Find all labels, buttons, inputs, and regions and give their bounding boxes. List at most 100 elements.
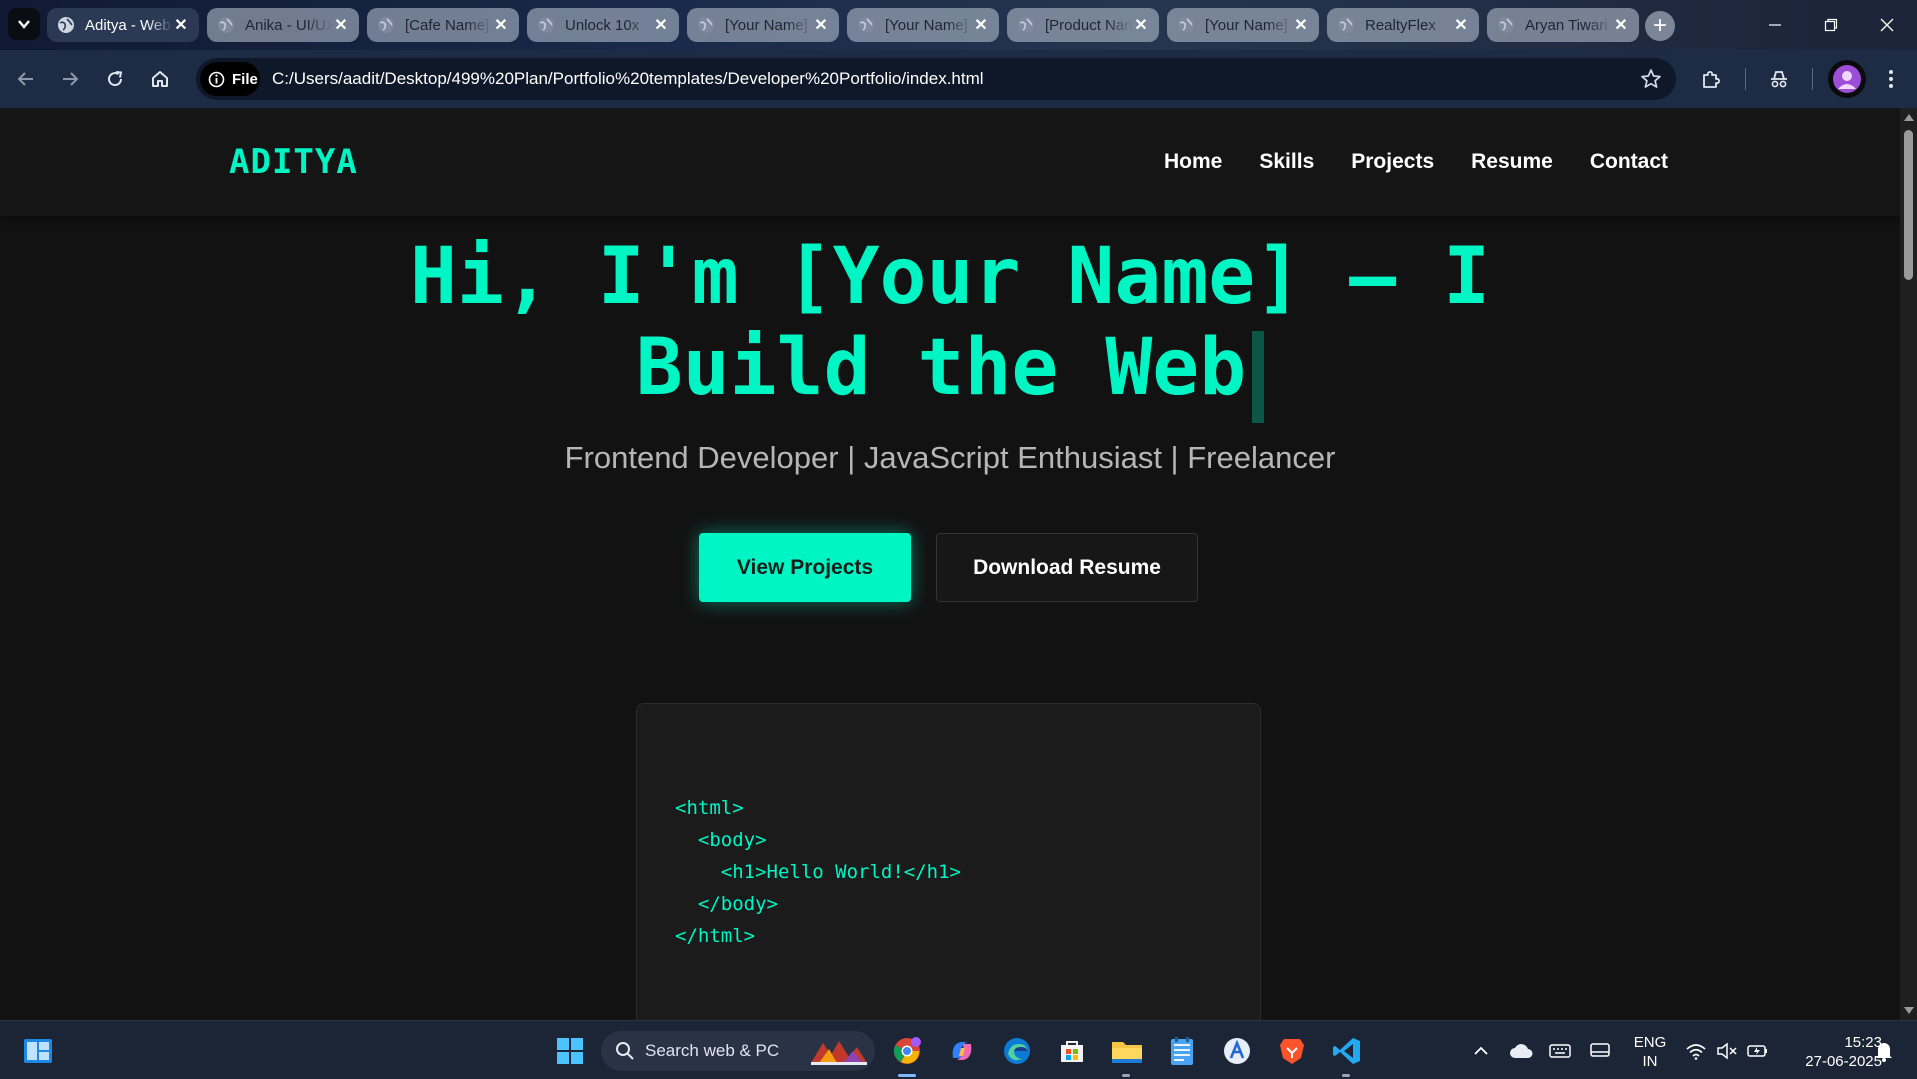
scroll-up-arrow-icon[interactable]	[1904, 114, 1914, 121]
close-icon[interactable]: ✕	[173, 17, 189, 34]
globe-icon	[1018, 17, 1034, 33]
bookmark-star-icon[interactable]	[1640, 68, 1662, 95]
close-icon[interactable]: ✕	[973, 17, 989, 34]
tab-1[interactable]: Anika - UI/UX ✕	[207, 8, 359, 42]
nav-projects[interactable]: Projects	[1351, 150, 1434, 174]
close-icon[interactable]: ✕	[1133, 17, 1149, 34]
tab-7[interactable]: [Your Name] ✕	[1167, 8, 1319, 42]
site-logo[interactable]: ADITYA	[229, 142, 358, 182]
close-icon[interactable]: ✕	[1453, 17, 1469, 34]
tab-6[interactable]: [Product Name] ✕	[1007, 8, 1159, 42]
reload-icon	[108, 71, 123, 87]
folder-icon	[1112, 1042, 1142, 1063]
code-line: <h1>Hello World!</h1>	[675, 861, 961, 883]
browser-menu-button[interactable]	[1875, 63, 1907, 95]
tab-2[interactable]: [Cafe Name] ✕	[367, 8, 519, 42]
address-bar[interactable]: File C:/Users/aadit/Desktop/499%20Plan/P…	[196, 58, 1676, 100]
wifi-tray[interactable]	[1680, 1035, 1712, 1067]
taskbar-vscode[interactable]	[1331, 1035, 1363, 1067]
url-text[interactable]: C:/Users/aadit/Desktop/499%20Plan/Portfo…	[272, 69, 984, 89]
scroll-down-arrow-icon[interactable]	[1904, 1007, 1914, 1014]
running-indicator	[898, 1074, 916, 1077]
notifications-button[interactable]	[1868, 1035, 1900, 1067]
notepad-icon	[1171, 1037, 1193, 1065]
arrow-left-icon	[17, 72, 33, 86]
language-indicator[interactable]: ENG IN	[1632, 1033, 1668, 1071]
extensions-button[interactable]	[1695, 63, 1727, 95]
taskbar-chrome[interactable]	[891, 1035, 923, 1067]
home-button[interactable]	[144, 63, 176, 95]
taskbar-search[interactable]: Search web & PC	[601, 1031, 875, 1071]
tab-0[interactable]: Aditya - Web Developer ✕	[47, 8, 199, 42]
nav-home[interactable]: Home	[1164, 150, 1222, 174]
onedrive-tray[interactable]	[1505, 1035, 1537, 1067]
plus-icon: +	[1652, 12, 1667, 39]
arrow-right-icon	[63, 72, 79, 86]
taskbar-edge[interactable]	[1001, 1035, 1033, 1067]
tab-title: [Your Name]	[725, 16, 808, 34]
taskbar-brave[interactable]	[1276, 1035, 1308, 1067]
globe-icon	[538, 17, 554, 33]
region-code: IN	[1642, 1053, 1658, 1070]
page-scrollbar[interactable]	[1900, 108, 1917, 1020]
hero-heading: Hi, I'm [Your Name] — I Build the Web	[330, 232, 1570, 423]
battery-tray[interactable]	[1742, 1035, 1774, 1067]
clock[interactable]: 15:23 27-06-2025	[1780, 1033, 1882, 1071]
tab-8[interactable]: RealtyFlex ✕	[1327, 8, 1479, 42]
search-placeholder: Search web & PC	[645, 1041, 780, 1060]
globe-icon	[858, 17, 874, 33]
home-icon	[152, 71, 168, 87]
restore-button[interactable]	[1803, 0, 1859, 50]
back-button[interactable]	[10, 63, 42, 95]
taskbar-notepad[interactable]	[1166, 1035, 1198, 1067]
browser-toolbar: File C:/Users/aadit/Desktop/499%20Plan/P…	[0, 50, 1917, 108]
search-icon	[616, 1042, 634, 1060]
tab-title: Unlock 10x	[565, 16, 640, 34]
close-icon[interactable]: ✕	[1293, 17, 1309, 34]
start-button[interactable]	[554, 1035, 586, 1067]
tab-3[interactable]: Unlock 10x ✕	[527, 8, 679, 42]
tab-search-button[interactable]	[8, 8, 40, 40]
close-icon[interactable]: ✕	[1613, 17, 1629, 34]
minimize-button[interactable]	[1747, 0, 1803, 50]
view-projects-button[interactable]: View Projects	[699, 533, 911, 602]
close-icon[interactable]: ✕	[493, 17, 509, 34]
new-tab-button[interactable]: +	[1645, 11, 1675, 41]
globe-icon	[58, 17, 74, 33]
profile-avatar[interactable]	[1828, 60, 1866, 98]
tab-5[interactable]: [Your Name] ✕	[847, 8, 999, 42]
monitor-icon	[1590, 1043, 1610, 1057]
running-indicator	[1122, 1074, 1130, 1077]
close-icon[interactable]: ✕	[333, 17, 349, 34]
reload-button[interactable]	[99, 63, 131, 95]
tray-overflow-button[interactable]	[1465, 1035, 1497, 1067]
site-info-chip[interactable]: File	[200, 62, 260, 96]
display-tray[interactable]	[1584, 1035, 1616, 1067]
code-line: </html>	[675, 925, 756, 947]
incognito-icon	[1771, 71, 1787, 88]
taskbar-app-store-a[interactable]	[1221, 1035, 1253, 1067]
keyboard-tray[interactable]	[1544, 1035, 1576, 1067]
widgets-button[interactable]	[22, 1035, 54, 1067]
bell-icon	[1876, 1043, 1892, 1062]
site-navbar: ADITYA Home Skills Projects Resume Conta…	[0, 108, 1900, 216]
forward-button[interactable]	[54, 63, 86, 95]
nav-resume[interactable]: Resume	[1471, 150, 1553, 174]
scrollbar-thumb[interactable]	[1904, 130, 1913, 280]
tab-4[interactable]: [Your Name] ✕	[687, 8, 839, 42]
taskbar-store[interactable]	[1056, 1035, 1088, 1067]
close-icon[interactable]: ✕	[813, 17, 829, 34]
download-resume-button[interactable]: Download Resume	[936, 533, 1198, 602]
window-close-button[interactable]	[1859, 0, 1915, 50]
taskbar-copilot[interactable]	[946, 1035, 978, 1067]
globe-icon	[218, 17, 234, 33]
nav-skills[interactable]: Skills	[1259, 150, 1314, 174]
volume-tray[interactable]	[1711, 1035, 1743, 1067]
nav-contact[interactable]: Contact	[1590, 150, 1668, 174]
taskbar-file-explorer[interactable]	[1111, 1035, 1143, 1067]
tab-9[interactable]: Aryan Tiwari ✕	[1487, 8, 1639, 42]
webpage: ADITYA Home Skills Projects Resume Conta…	[0, 108, 1900, 1020]
incognito-button[interactable]	[1763, 63, 1795, 95]
close-icon[interactable]: ✕	[653, 17, 669, 34]
widgets-icon	[24, 1039, 52, 1063]
